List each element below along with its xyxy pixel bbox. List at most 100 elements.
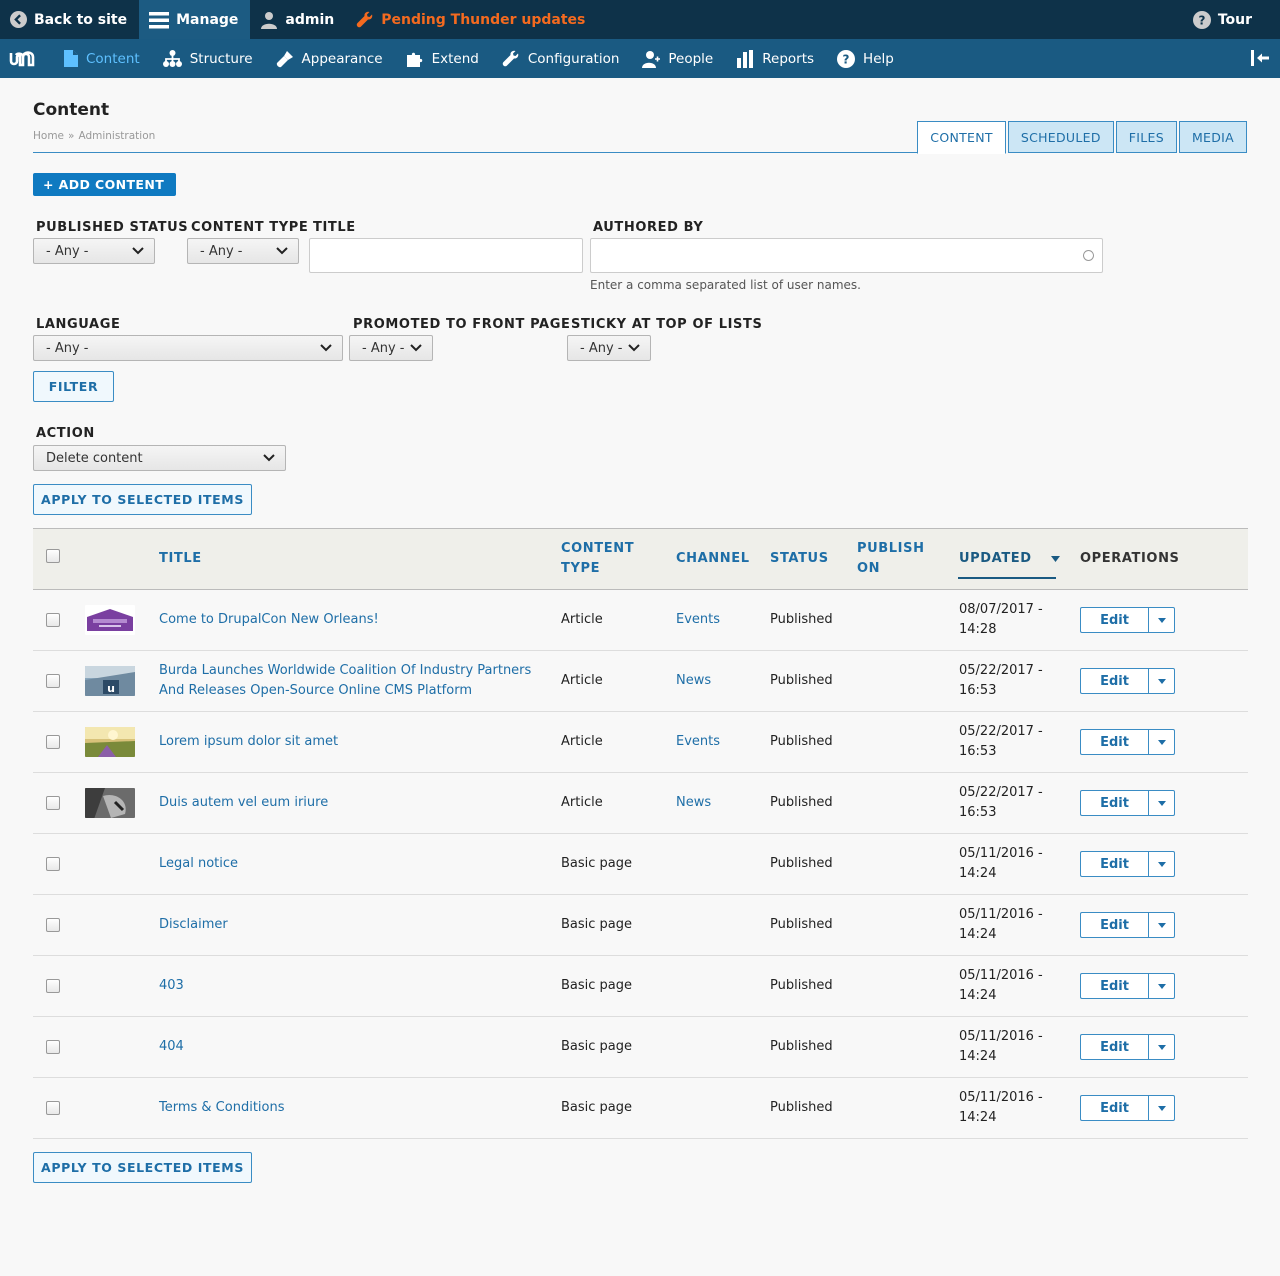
operations-dropdown-toggle[interactable]	[1148, 729, 1175, 755]
tab-content[interactable]: CONTENT	[917, 121, 1006, 154]
row-checkbox[interactable]	[46, 857, 60, 871]
tab-media[interactable]: MEDIA	[1178, 121, 1247, 153]
row-title-link[interactable]: Lorem ipsum dolor sit amet	[159, 732, 338, 752]
breadcrumb-administration[interactable]: Administration	[78, 130, 155, 142]
operations-dropdown-toggle[interactable]	[1148, 607, 1175, 633]
header-status[interactable]: STATUS	[770, 549, 829, 569]
header-publish-on[interactable]: PUBLISH ON	[857, 539, 925, 579]
pending-updates-link[interactable]: Pending Thunder updates	[346, 0, 597, 39]
authored-by-input[interactable]	[590, 238, 1103, 273]
row-operations: Edit	[1080, 668, 1175, 694]
page-title: Content	[33, 100, 110, 120]
row-title-link[interactable]: 403	[159, 976, 184, 996]
operations-dropdown-toggle[interactable]	[1148, 851, 1175, 877]
edit-button[interactable]: Edit	[1080, 790, 1148, 816]
promoted-select[interactable]: - Any -	[349, 335, 433, 361]
operations-dropdown-toggle[interactable]	[1148, 973, 1175, 999]
operations-dropdown-toggle[interactable]	[1148, 1095, 1175, 1121]
row-channel-link[interactable]: News	[676, 671, 711, 691]
tour-button[interactable]: ? Tour	[1183, 0, 1264, 39]
filter-button[interactable]: FILTER	[33, 371, 114, 402]
operations-dropdown-toggle[interactable]	[1148, 1034, 1175, 1060]
row-updated-date: 05/22/2017 -	[959, 663, 1043, 678]
back-arrow-icon	[10, 11, 27, 28]
row-title-link[interactable]: 404	[159, 1037, 184, 1057]
language-select[interactable]: - Any -	[33, 335, 343, 361]
row-channel-link[interactable]: Events	[676, 610, 720, 630]
row-updated-date: 05/11/2016 -	[959, 1090, 1043, 1105]
published-status-select[interactable]: - Any -	[33, 238, 155, 264]
row-checkbox[interactable]	[46, 613, 60, 627]
apply-selected-button-bottom[interactable]: APPLY TO SELECTED ITEMS	[33, 1152, 252, 1183]
content-type-select[interactable]: - Any -	[187, 238, 299, 264]
tray-item-content-label: Content	[86, 50, 140, 67]
apply-selected-button-top[interactable]: APPLY TO SELECTED ITEMS	[33, 484, 252, 515]
row-checkbox[interactable]	[46, 1101, 60, 1115]
content-type-value: - Any -	[200, 243, 243, 259]
back-to-site-link[interactable]: Back to site	[0, 0, 139, 39]
edit-button[interactable]: Edit	[1080, 1034, 1148, 1060]
row-title-link[interactable]: Burda Launches Worldwide Coalition Of In…	[159, 661, 531, 701]
edit-button[interactable]: Edit	[1080, 973, 1148, 999]
tray-item-people[interactable]: People	[632, 39, 726, 78]
breadcrumb-home[interactable]: Home	[33, 130, 64, 142]
row-checkbox[interactable]	[46, 979, 60, 993]
table-row: 403 Basic page Published 05/11/2016 - 14:…	[33, 956, 1248, 1017]
row-updated-time: 14:24	[959, 988, 997, 1003]
edit-button[interactable]: Edit	[1080, 1095, 1148, 1121]
header-content-type[interactable]: CONTENT TYPE	[561, 539, 634, 579]
tray-item-configuration[interactable]: Configuration	[492, 39, 633, 78]
edit-button[interactable]: Edit	[1080, 851, 1148, 877]
row-checkbox[interactable]	[46, 1040, 60, 1054]
edit-button[interactable]: Edit	[1080, 607, 1148, 633]
row-title-link[interactable]: Duis autem vel eum iriure	[159, 793, 328, 813]
tab-scheduled[interactable]: SCHEDULED	[1007, 121, 1114, 153]
edit-button[interactable]: Edit	[1080, 912, 1148, 938]
manage-tab[interactable]: Manage	[139, 0, 251, 39]
header-channel[interactable]: CHANNEL	[676, 549, 750, 569]
title-filter-input[interactable]	[309, 238, 583, 273]
edit-button[interactable]: Edit	[1080, 668, 1148, 694]
tray-item-extend[interactable]: Extend	[396, 39, 492, 78]
back-to-site-label: Back to site	[34, 11, 128, 28]
row-updated-date: 05/22/2017 -	[959, 785, 1043, 800]
action-select[interactable]: Delete content	[33, 445, 286, 471]
header-updated[interactable]: UPDATED	[959, 549, 1060, 569]
user-menu[interactable]: admin	[250, 0, 346, 39]
tray-item-help[interactable]: ? Help	[827, 39, 907, 78]
row-checkbox[interactable]	[46, 674, 60, 688]
row-updated: 05/22/2017 - 16:53	[959, 661, 1043, 701]
row-title-link[interactable]: Come to DrupalCon New Orleans!	[159, 610, 379, 630]
thunder-logo[interactable]	[0, 39, 54, 78]
tray-orientation-toggle[interactable]	[1250, 49, 1270, 71]
edit-button[interactable]: Edit	[1080, 729, 1148, 755]
tray-item-content[interactable]: Content	[54, 39, 153, 78]
tray-item-reports[interactable]: Reports	[726, 39, 827, 78]
row-title-link[interactable]: Terms & Conditions	[159, 1098, 285, 1118]
row-content-type: Article	[561, 795, 603, 810]
table-row: Come to DrupalCon New Orleans! Article E…	[33, 590, 1248, 651]
operations-dropdown-toggle[interactable]	[1148, 790, 1175, 816]
operations-dropdown-toggle[interactable]	[1148, 912, 1175, 938]
row-channel-link[interactable]: News	[676, 793, 711, 813]
collapse-left-icon	[1251, 50, 1269, 66]
tray-item-structure[interactable]: Structure	[153, 39, 266, 78]
header-title[interactable]: TITLE	[159, 549, 202, 569]
row-updated: 05/11/2016 - 14:24	[959, 1088, 1043, 1128]
row-updated-time: 14:28	[959, 622, 997, 637]
select-all-checkbox[interactable]	[46, 549, 60, 563]
hamburger-icon	[149, 11, 170, 28]
row-channel-link[interactable]: Events	[676, 732, 720, 752]
add-content-button[interactable]: + ADD CONTENT	[33, 173, 177, 196]
tab-files[interactable]: FILES	[1115, 121, 1177, 153]
row-checkbox[interactable]	[46, 796, 60, 810]
row-title-link[interactable]: Legal notice	[159, 854, 238, 874]
row-title-link[interactable]: Disclaimer	[159, 915, 228, 935]
row-content-type: Article	[561, 673, 603, 688]
operations-dropdown-toggle[interactable]	[1148, 668, 1175, 694]
row-checkbox[interactable]	[46, 735, 60, 749]
row-checkbox[interactable]	[46, 918, 60, 932]
sticky-select[interactable]: - Any -	[567, 335, 651, 361]
tray-item-appearance[interactable]: Appearance	[266, 39, 396, 78]
header-publish-on-line2: ON	[857, 561, 881, 576]
